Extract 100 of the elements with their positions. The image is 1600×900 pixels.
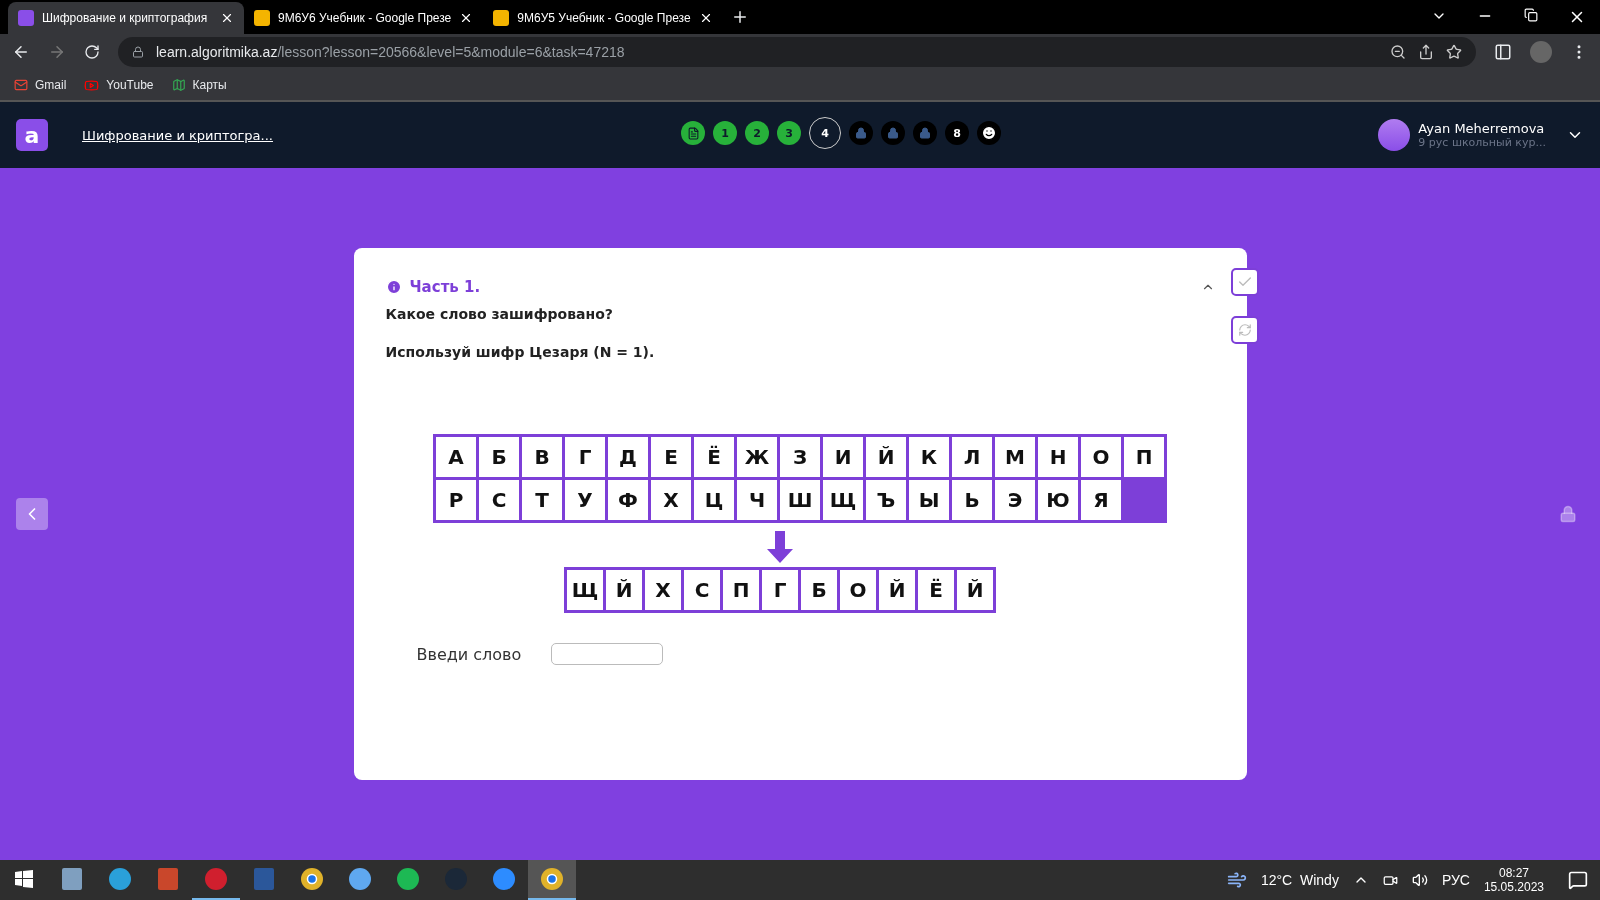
taskbar-app[interactable] [528, 860, 576, 900]
letter-cell: Ф [608, 480, 648, 520]
step-indicator[interactable]: 8 [945, 121, 969, 145]
bookmark[interactable]: Gmail [14, 78, 67, 92]
user-name: Ayan Meherremova [1418, 121, 1546, 136]
clock[interactable]: 08:27 15.05.2023 [1483, 866, 1544, 894]
letter-cell: С [479, 480, 519, 520]
slides-favicon-icon [493, 10, 510, 26]
notifications-icon[interactable] [1568, 870, 1588, 890]
reload-icon[interactable] [84, 44, 100, 60]
user-group: 9 рус школьный кур... [1418, 136, 1546, 149]
step-indicator[interactable]: 4 [809, 117, 841, 149]
app-icon [396, 867, 420, 891]
letter-cell: Л [952, 437, 992, 477]
letter-cell: Р [436, 480, 476, 520]
part-title: Часть 1. [409, 278, 481, 296]
url-path: /lesson?lesson=20566&level=5&module=6&task=47218 [277, 44, 625, 60]
hint-text: Используй шифр Цезаря (N = 1). [385, 344, 656, 360]
letter-cell: Ь [952, 480, 992, 520]
letter-cell: П [1124, 437, 1164, 477]
letter-cell: Г [565, 437, 605, 477]
letter-cell: Д [608, 437, 648, 477]
volume-icon[interactable] [1411, 872, 1428, 888]
side-panel-icon[interactable] [1494, 43, 1512, 61]
app-icon [300, 867, 324, 891]
close-icon[interactable] [220, 11, 234, 25]
letter-cell: А [436, 437, 476, 477]
step-indicator[interactable]: 1 [713, 121, 737, 145]
refresh-icon [1237, 323, 1252, 337]
lock-icon [855, 127, 867, 139]
date-text: 15.05.2023 [1483, 880, 1544, 894]
app-icon [60, 867, 84, 891]
info-icon [385, 279, 402, 295]
letter-cell: Щ [567, 570, 603, 610]
share-icon[interactable] [1418, 44, 1434, 60]
letter-cell: Ч [737, 480, 777, 520]
letter-cell: М [995, 437, 1035, 477]
letter-cell: Е [651, 437, 691, 477]
letter-cell: И [823, 437, 863, 477]
course-title-link[interactable]: Шифрование и криптогра... [82, 127, 273, 143]
star-icon[interactable] [1446, 44, 1462, 60]
letter-cell: П [723, 570, 759, 610]
time-text: 08:27 [1498, 866, 1529, 880]
browser-tab[interactable]: Шифрование и криптография [8, 2, 244, 34]
letter-cell: З [780, 437, 820, 477]
user-avatar[interactable] [1378, 119, 1411, 151]
letter-cell: Э [995, 480, 1035, 520]
weather-text[interactable]: 12°C Windy [1260, 872, 1339, 888]
restore-icon[interactable] [1524, 8, 1538, 22]
zoom-out-icon[interactable] [1390, 44, 1406, 60]
smiley-icon [981, 125, 997, 141]
step-indicator[interactable]: 3 [777, 121, 801, 145]
step-indicator[interactable] [977, 121, 1001, 145]
tab-title: Шифрование и криптография [42, 11, 209, 25]
letter-cell: Й [866, 437, 906, 477]
lock-icon [1559, 505, 1577, 523]
lock-icon [132, 46, 144, 58]
letter-cell: О [840, 570, 876, 610]
lock-icon [919, 127, 931, 139]
forward-icon[interactable] [48, 43, 66, 61]
answer-field[interactable] [551, 643, 664, 665]
tab-title: 9М6У6 Учебник - Google Презе [278, 11, 452, 25]
app-icon [348, 867, 372, 891]
app-icon [252, 867, 276, 891]
letter-cell: Т [522, 480, 562, 520]
logo[interactable]: a [16, 119, 48, 151]
letter-cell: О [1081, 437, 1121, 477]
letter-cell: Ш [780, 480, 820, 520]
app-icon [492, 867, 516, 891]
letter-cell: С [684, 570, 720, 610]
app-icon [540, 867, 564, 891]
play-icon [84, 77, 100, 93]
lock-icon [887, 127, 899, 139]
letter-cell: Н [1038, 437, 1078, 477]
app-icon [204, 867, 228, 891]
down-arrow-icon [767, 531, 793, 563]
language-indicator[interactable]: РУС [1441, 872, 1470, 888]
address-bar[interactable]: learn.algoritmika.az/lesson?lesson=20566&level=5&module=6&task=47218 [118, 37, 1476, 67]
site-favicon-icon [18, 10, 34, 26]
letter-cell: Ц [694, 480, 734, 520]
app-icon [108, 867, 132, 891]
browser-tab[interactable]: 9М6У6 Учебник - Google Презе [244, 2, 484, 34]
app-icon [156, 867, 180, 891]
previous-button[interactable] [16, 498, 48, 530]
letter-cell: Ж [737, 437, 777, 477]
step-indicator[interactable] [681, 121, 705, 145]
bookmark[interactable]: YouTube [84, 77, 154, 93]
url-host: learn.algoritmika.az [156, 44, 278, 60]
letter-cell: Ё [918, 570, 954, 610]
letter-cell: Ю [1038, 480, 1078, 520]
step-indicator[interactable]: 2 [745, 121, 769, 145]
check-button[interactable] [1230, 268, 1259, 296]
bookmark[interactable]: Карты [171, 78, 227, 92]
letter-cell: Г [762, 570, 798, 610]
letter-cell: К [909, 437, 949, 477]
back-icon[interactable] [12, 43, 30, 61]
browser-tab[interactable]: 9М6У5 Учебник - Google Презе [483, 2, 723, 34]
question-text: Какое слово зашифровано? [385, 306, 614, 322]
reset-button[interactable] [1230, 316, 1259, 344]
letter-cell: Я [1081, 480, 1121, 520]
